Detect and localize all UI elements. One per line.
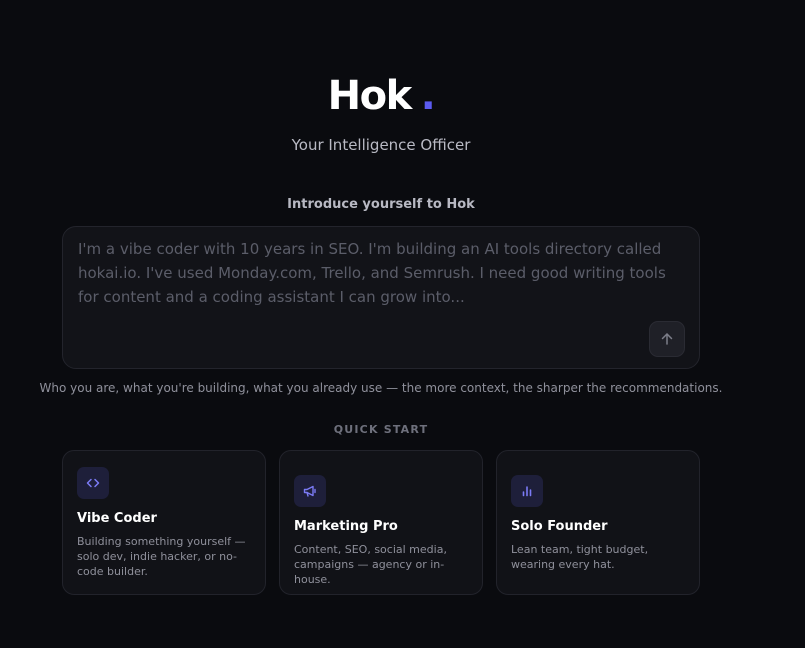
brand-dot: . bbox=[420, 73, 436, 119]
arrow-up-icon bbox=[660, 332, 674, 346]
megaphone-icon bbox=[294, 475, 326, 507]
intro-textarea[interactable] bbox=[78, 237, 690, 327]
card-title: Solo Founder bbox=[511, 519, 608, 534]
quick-start-card-vibe-coder[interactable]: Vibe Coder Building something yourself —… bbox=[62, 450, 266, 595]
quick-start-card-marketing-pro[interactable]: Marketing Pro Content, SEO, social media… bbox=[279, 450, 483, 595]
page: Hok. Your Intelligence Officer Introduce… bbox=[0, 0, 805, 648]
card-description: Content, SEO, social media, campaigns — … bbox=[294, 543, 447, 586]
send-button[interactable] bbox=[649, 321, 685, 357]
card-title: Vibe Coder bbox=[77, 511, 157, 526]
card-description: Building something yourself — solo dev, … bbox=[77, 535, 246, 578]
quick-start-card-solo-founder[interactable]: Solo Founder Lean team, tight budget, we… bbox=[496, 450, 700, 595]
brand-name: Hok bbox=[327, 73, 413, 119]
card-description: Lean team, tight budget, wearing every h… bbox=[511, 543, 649, 571]
quick-start-heading: QUICK START bbox=[333, 423, 429, 436]
brand-tagline: Your Intelligence Officer bbox=[291, 136, 471, 154]
intro-label: Introduce yourself to Hok bbox=[287, 197, 475, 212]
code-icon bbox=[77, 467, 109, 499]
card-title: Marketing Pro bbox=[294, 519, 398, 534]
intro-helper-text: Who you are, what you're building, what … bbox=[39, 381, 723, 395]
brand-logo: Hok. bbox=[0, 70, 762, 122]
bar-chart-icon bbox=[511, 475, 543, 507]
intro-input-box bbox=[62, 226, 700, 369]
